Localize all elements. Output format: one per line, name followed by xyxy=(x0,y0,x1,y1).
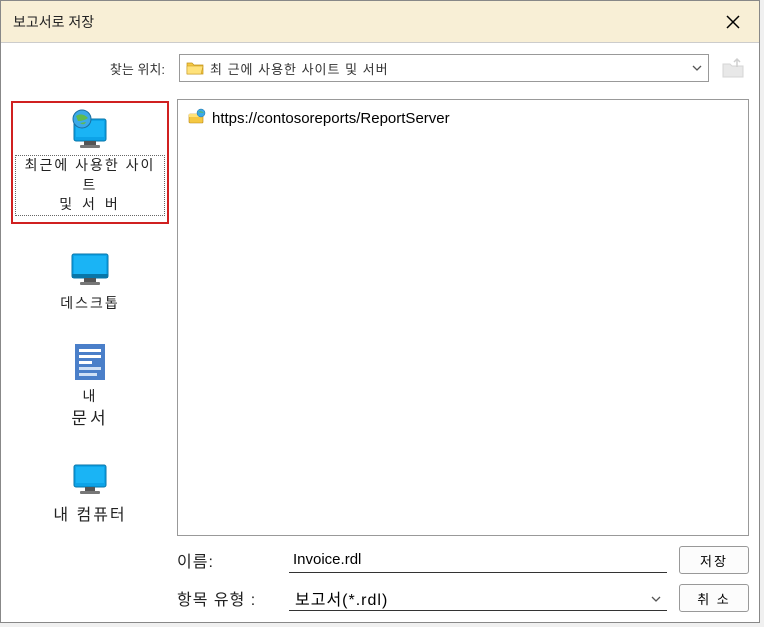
desktop-icon xyxy=(66,248,114,290)
dialog-title: 보고서로 저장 xyxy=(13,12,94,32)
chevron-down-icon xyxy=(692,63,702,74)
document-icon xyxy=(66,341,114,383)
file-type-dropdown[interactable]: 보고서(*.rdl) xyxy=(289,585,667,611)
chevron-down-icon xyxy=(651,589,661,607)
list-item[interactable]: https://contosoreports/ReportServer xyxy=(184,106,742,130)
save-button[interactable]: 저장 xyxy=(679,546,749,574)
places-sidebar: 최근에 사용한 사이트 및 서 버 데스크톱 xyxy=(11,99,169,612)
server-icon xyxy=(188,108,206,128)
cancel-button[interactable]: 취 소 xyxy=(679,584,749,612)
sidebar-item-label: 내 문서 xyxy=(71,387,108,430)
name-label: 이름: xyxy=(177,548,285,572)
file-type-value: 보고서(*.rdl) xyxy=(295,586,388,610)
type-label: 항목 유형 : xyxy=(177,586,285,610)
location-dropdown[interactable]: 최 근에 사용한 사이트 및 서버 xyxy=(179,54,709,82)
location-value: 최 근에 사용한 사이트 및 서버 xyxy=(210,59,686,78)
save-report-dialog: 보고서로 저장 찾는 위치: 최 근에 사용한 사이트 및 서버 xyxy=(0,0,760,623)
location-label: 찾는 위치: xyxy=(11,59,171,78)
sidebar-item-label: 최근에 사용한 사이트 및 서 버 xyxy=(15,155,165,216)
sidebar-item-recent-sites-servers[interactable]: 최근에 사용한 사이트 및 서 버 xyxy=(11,101,169,224)
filename-input[interactable] xyxy=(289,547,667,573)
sidebar-item-my-computer[interactable]: 내 컴퓨터 xyxy=(11,455,169,531)
sidebar-item-desktop[interactable]: 데스크톱 xyxy=(11,244,169,318)
folder-up-icon xyxy=(721,57,745,79)
type-row: 항목 유형 : 보고서(*.rdl) 취 소 xyxy=(177,584,749,612)
monitor-globe-icon xyxy=(66,109,114,151)
list-item-name: https://contosoreports/ReportServer xyxy=(212,110,450,127)
file-list[interactable]: https://contosoreports/ReportServer xyxy=(177,99,749,536)
toolbar: 찾는 위치: 최 근에 사용한 사이트 및 서버 xyxy=(1,43,759,93)
bottom-form: 이름: 저장 항목 유형 : 보고서(*.rdl) 취 소 xyxy=(177,546,749,612)
dialog-body: 최근에 사용한 사이트 및 서 버 데스크톱 xyxy=(1,93,759,622)
sidebar-item-label: 데스크톱 xyxy=(60,294,120,314)
computer-icon xyxy=(66,459,114,501)
up-one-level-button[interactable] xyxy=(717,54,749,82)
titlebar: 보고서로 저장 xyxy=(1,1,759,43)
close-button[interactable] xyxy=(719,8,747,36)
sidebar-item-label: 내 컴퓨터 xyxy=(53,505,126,527)
sidebar-item-my-documents[interactable]: 내 문서 xyxy=(11,337,169,434)
close-icon xyxy=(725,14,741,30)
folder-icon xyxy=(186,61,204,75)
main-area: https://contosoreports/ReportServer 이름: … xyxy=(177,99,749,612)
name-row: 이름: 저장 xyxy=(177,546,749,574)
